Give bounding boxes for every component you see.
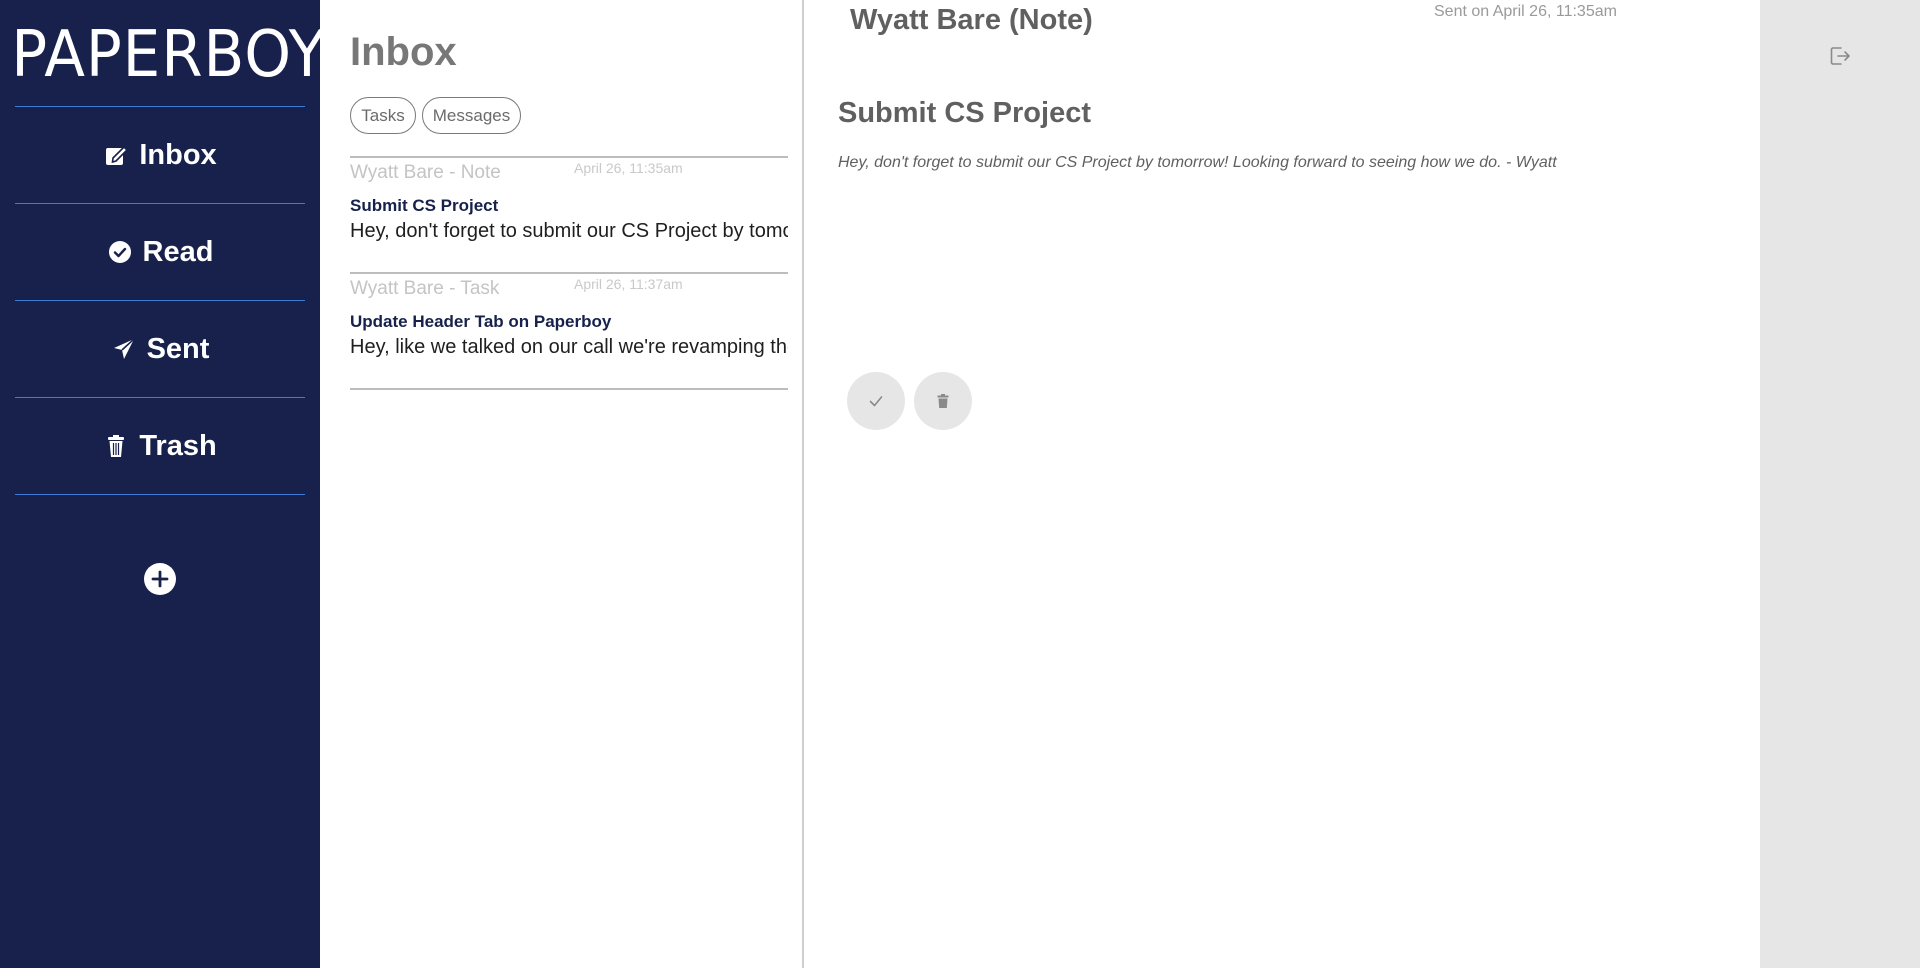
app-logo: PAPERBOY	[11, 18, 327, 92]
message-sender: Wyatt Bare - Note	[350, 162, 501, 183]
logout-icon	[1827, 43, 1853, 69]
edit-note-icon	[103, 142, 129, 168]
right-rail	[1760, 0, 1920, 968]
sidebar: PAPERBOY Inbox Read Sent Trash	[0, 0, 327, 968]
sidebar-item-label: Sent	[146, 332, 210, 365]
message-date: April 26, 11:37am	[574, 276, 683, 292]
trash-icon	[934, 392, 952, 410]
check-circle-icon	[107, 239, 133, 265]
message-date: April 26, 11:35am	[574, 160, 683, 176]
message-preview: Hey, don't forget to submit our CS Proje…	[350, 220, 788, 242]
message-list-panel: Inbox Tasks Messages Wyatt Bare - Note A…	[320, 0, 804, 968]
message-subject: Submit CS Project	[350, 196, 499, 215]
sidebar-item-read[interactable]: Read	[15, 204, 305, 300]
plus-icon	[150, 569, 170, 589]
message-sender: Wyatt Bare - Task	[350, 278, 500, 299]
message-preview: Hey, like we talked on our call we're re…	[350, 336, 788, 358]
delete-button[interactable]	[914, 372, 972, 430]
sidebar-item-sent[interactable]: Sent	[15, 301, 305, 397]
detail-sender: Wyatt Bare (Note)	[850, 4, 1093, 36]
trash-icon	[103, 433, 129, 459]
detail-subject: Submit CS Project	[838, 97, 1091, 129]
sidebar-item-label: Inbox	[139, 138, 217, 171]
list-divider	[350, 388, 788, 390]
detail-sent-timestamp: Sent on April 26, 11:35am	[1434, 3, 1617, 20]
nav-divider	[15, 494, 305, 495]
sidebar-item-trash[interactable]: Trash	[15, 398, 305, 494]
page-title: Inbox	[350, 30, 457, 74]
list-item[interactable]: Wyatt Bare - Note April 26, 11:35am Subm…	[350, 156, 788, 272]
detail-body: Hey, don't forget to submit our CS Proje…	[838, 154, 1557, 171]
message-subject: Update Header Tab on Paperboy	[350, 312, 612, 331]
message-detail-panel: Wyatt Bare (Note) Sent on April 26, 11:3…	[806, 0, 1760, 968]
compose-button[interactable]	[144, 563, 176, 595]
logout-button[interactable]	[1826, 42, 1854, 70]
mark-read-button[interactable]	[847, 372, 905, 430]
sidebar-item-label: Read	[142, 235, 214, 268]
sidebar-item-label: Trash	[139, 429, 217, 462]
paper-plane-icon	[111, 336, 137, 362]
filter-tasks-button[interactable]: Tasks	[350, 97, 416, 134]
check-icon	[867, 392, 885, 410]
filter-messages-button[interactable]: Messages	[422, 97, 521, 134]
sidebar-item-inbox[interactable]: Inbox	[15, 107, 305, 203]
list-item[interactable]: Wyatt Bare - Task April 26, 11:37am Upda…	[350, 272, 788, 388]
